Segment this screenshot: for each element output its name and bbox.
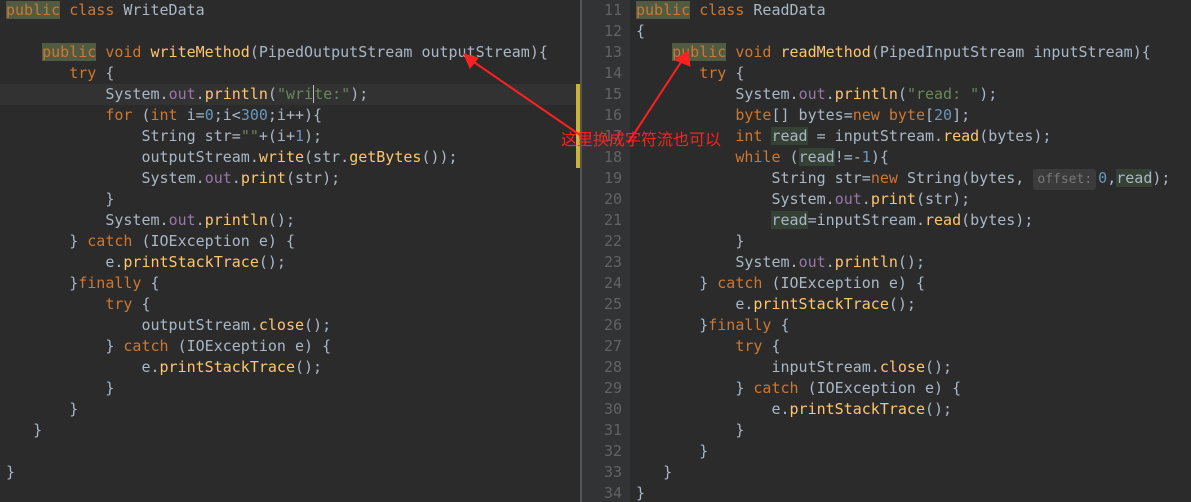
- line-number[interactable]: 32: [582, 441, 622, 462]
- code-line[interactable]: e.printStackTrace();: [6, 252, 580, 273]
- line-number[interactable]: 30: [582, 399, 622, 420]
- line-number[interactable]: 15: [582, 84, 622, 105]
- code-line[interactable]: String str=new String(bytes, offset:0,re…: [636, 168, 1191, 189]
- code-area-right[interactable]: public class ReadData{ public void readM…: [630, 0, 1191, 502]
- line-number[interactable]: 14: [582, 63, 622, 84]
- code-line[interactable]: e.printStackTrace();: [636, 399, 1191, 420]
- line-number[interactable]: 13: [582, 42, 622, 63]
- code-line[interactable]: try {: [6, 294, 580, 315]
- line-number[interactable]: 29: [582, 378, 622, 399]
- code-line[interactable]: } catch (IOException e) {: [636, 273, 1191, 294]
- line-number[interactable]: 16: [582, 105, 622, 126]
- code-line[interactable]: System.out.print(str);: [6, 168, 580, 189]
- code-line[interactable]: System.out.print(str);: [636, 189, 1191, 210]
- code-line[interactable]: e.printStackTrace();: [6, 357, 580, 378]
- code-line[interactable]: outputStream.write(str.getBytes());: [6, 147, 580, 168]
- line-number[interactable]: 25: [582, 294, 622, 315]
- code-line[interactable]: try {: [636, 336, 1191, 357]
- line-number[interactable]: 28: [582, 357, 622, 378]
- line-number[interactable]: 34: [582, 483, 622, 502]
- code-line[interactable]: read=inputStream.read(bytes);: [636, 210, 1191, 231]
- line-number[interactable]: 26: [582, 315, 622, 336]
- editor-pane-left[interactable]: public class WriteData public void write…: [0, 0, 580, 502]
- code-line[interactable]: }: [636, 462, 1191, 483]
- line-number[interactable]: 12: [582, 21, 622, 42]
- code-line[interactable]: try {: [6, 63, 580, 84]
- line-gutter-right[interactable]: 1112131415161718192021222324252627282930…: [582, 0, 630, 502]
- code-area-left[interactable]: public class WriteData public void write…: [0, 0, 580, 502]
- line-number[interactable]: 23: [582, 252, 622, 273]
- code-line[interactable]: }: [6, 420, 580, 441]
- code-line[interactable]: String str=""+(i+1);: [6, 126, 580, 147]
- line-number[interactable]: 31: [582, 420, 622, 441]
- code-line[interactable]: [6, 21, 580, 42]
- code-line[interactable]: } catch (IOException e) {: [636, 378, 1191, 399]
- code-line[interactable]: }: [636, 420, 1191, 441]
- code-line[interactable]: System.out.println();: [6, 210, 580, 231]
- line-number[interactable]: 24: [582, 273, 622, 294]
- line-number[interactable]: 11: [582, 0, 622, 21]
- code-line[interactable]: }: [636, 441, 1191, 462]
- line-number[interactable]: 19: [582, 168, 622, 189]
- code-line[interactable]: }: [6, 399, 580, 420]
- code-line[interactable]: }: [636, 483, 1191, 502]
- line-number[interactable]: 27: [582, 336, 622, 357]
- code-line[interactable]: public class WriteData: [6, 0, 580, 21]
- code-line[interactable]: {: [636, 21, 1191, 42]
- code-line[interactable]: }: [6, 462, 580, 483]
- code-line[interactable]: byte[] bytes=new byte[20];: [636, 105, 1191, 126]
- line-number[interactable]: 22: [582, 231, 622, 252]
- line-number[interactable]: 18: [582, 147, 622, 168]
- code-line[interactable]: [6, 441, 580, 462]
- code-line[interactable]: inputStream.close();: [636, 357, 1191, 378]
- code-line[interactable]: } catch (IOException e) {: [6, 336, 580, 357]
- code-line[interactable]: }: [6, 189, 580, 210]
- line-number[interactable]: 17: [582, 126, 622, 147]
- code-line[interactable]: System.out.println("read: ");: [636, 84, 1191, 105]
- code-line[interactable]: }finally {: [636, 315, 1191, 336]
- code-line[interactable]: public class ReadData: [636, 0, 1191, 21]
- code-line[interactable]: e.printStackTrace();: [636, 294, 1191, 315]
- code-line[interactable]: }finally {: [6, 273, 580, 294]
- code-line[interactable]: }: [6, 378, 580, 399]
- code-line[interactable]: System.out.println("write:");: [6, 84, 580, 105]
- code-line[interactable]: public void readMethod(PipedInputStream …: [636, 42, 1191, 63]
- code-line[interactable]: } catch (IOException e) {: [6, 231, 580, 252]
- line-number[interactable]: 20: [582, 189, 622, 210]
- line-number[interactable]: 21: [582, 210, 622, 231]
- editor-pane-right[interactable]: 1112131415161718192021222324252627282930…: [582, 0, 1191, 502]
- diff-marker: [576, 84, 580, 168]
- editor-split: public class WriteData public void write…: [0, 0, 1191, 502]
- code-line[interactable]: public void writeMethod(PipedOutputStrea…: [6, 42, 580, 63]
- code-line[interactable]: outputStream.close();: [6, 315, 580, 336]
- code-line[interactable]: }: [636, 231, 1191, 252]
- code-line[interactable]: while (read!=-1){: [636, 147, 1191, 168]
- line-number[interactable]: 33: [582, 462, 622, 483]
- code-line[interactable]: for (int i=0;i<300;i++){: [6, 105, 580, 126]
- code-line[interactable]: int read = inputStream.read(bytes);: [636, 126, 1191, 147]
- code-line[interactable]: try {: [636, 63, 1191, 84]
- code-line[interactable]: System.out.println();: [636, 252, 1191, 273]
